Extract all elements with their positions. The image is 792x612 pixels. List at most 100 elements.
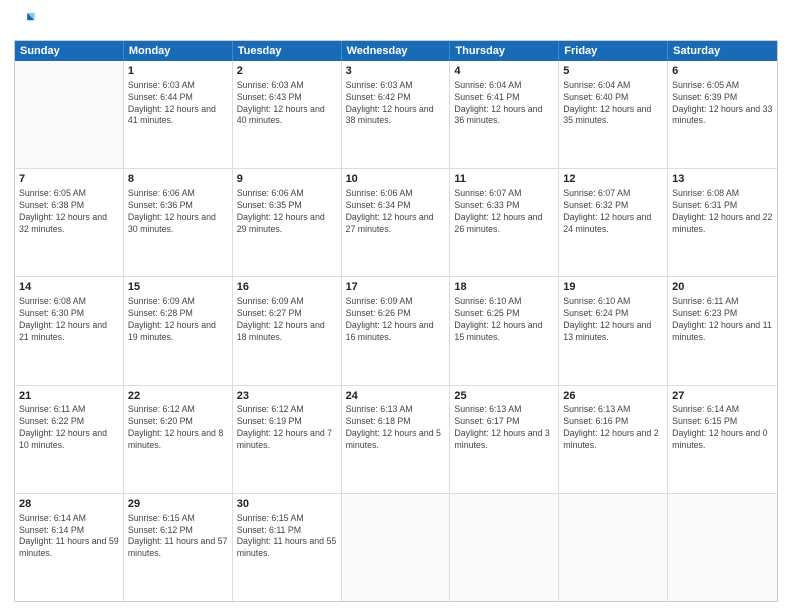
day-number: 4	[454, 64, 554, 79]
calendar-cell: 4Sunrise: 6:04 AMSunset: 6:41 PMDaylight…	[450, 61, 559, 168]
cell-info: Sunrise: 6:04 AMSunset: 6:40 PMDaylight:…	[563, 80, 663, 128]
calendar-cell: 22Sunrise: 6:12 AMSunset: 6:20 PMDayligh…	[124, 386, 233, 493]
header-day-tuesday: Tuesday	[233, 41, 342, 61]
day-number: 24	[346, 389, 446, 404]
calendar-cell: 15Sunrise: 6:09 AMSunset: 6:28 PMDayligh…	[124, 277, 233, 384]
day-number: 9	[237, 172, 337, 187]
calendar-cell: 1Sunrise: 6:03 AMSunset: 6:44 PMDaylight…	[124, 61, 233, 168]
day-number: 21	[19, 389, 119, 404]
calendar-row-3: 21Sunrise: 6:11 AMSunset: 6:22 PMDayligh…	[15, 386, 777, 494]
cell-info: Sunrise: 6:10 AMSunset: 6:24 PMDaylight:…	[563, 296, 663, 344]
calendar-cell: 5Sunrise: 6:04 AMSunset: 6:40 PMDaylight…	[559, 61, 668, 168]
calendar-cell: 14Sunrise: 6:08 AMSunset: 6:30 PMDayligh…	[15, 277, 124, 384]
cell-info: Sunrise: 6:13 AMSunset: 6:17 PMDaylight:…	[454, 404, 554, 452]
cell-info: Sunrise: 6:08 AMSunset: 6:30 PMDaylight:…	[19, 296, 119, 344]
cell-info: Sunrise: 6:13 AMSunset: 6:18 PMDaylight:…	[346, 404, 446, 452]
logo-icon	[14, 10, 36, 32]
day-number: 28	[19, 497, 119, 512]
header-day-friday: Friday	[559, 41, 668, 61]
cell-info: Sunrise: 6:06 AMSunset: 6:35 PMDaylight:…	[237, 188, 337, 236]
day-number: 18	[454, 280, 554, 295]
header-day-thursday: Thursday	[450, 41, 559, 61]
day-number: 8	[128, 172, 228, 187]
calendar-cell: 27Sunrise: 6:14 AMSunset: 6:15 PMDayligh…	[668, 386, 777, 493]
header-day-saturday: Saturday	[668, 41, 777, 61]
calendar-cell: 2Sunrise: 6:03 AMSunset: 6:43 PMDaylight…	[233, 61, 342, 168]
cell-info: Sunrise: 6:12 AMSunset: 6:19 PMDaylight:…	[237, 404, 337, 452]
calendar-cell: 11Sunrise: 6:07 AMSunset: 6:33 PMDayligh…	[450, 169, 559, 276]
calendar-cell: 9Sunrise: 6:06 AMSunset: 6:35 PMDaylight…	[233, 169, 342, 276]
cell-info: Sunrise: 6:15 AMSunset: 6:12 PMDaylight:…	[128, 513, 228, 561]
cell-info: Sunrise: 6:14 AMSunset: 6:14 PMDaylight:…	[19, 513, 119, 561]
day-number: 30	[237, 497, 337, 512]
day-number: 20	[672, 280, 773, 295]
day-number: 2	[237, 64, 337, 79]
calendar-cell: 29Sunrise: 6:15 AMSunset: 6:12 PMDayligh…	[124, 494, 233, 601]
cell-info: Sunrise: 6:05 AMSunset: 6:38 PMDaylight:…	[19, 188, 119, 236]
cell-info: Sunrise: 6:15 AMSunset: 6:11 PMDaylight:…	[237, 513, 337, 561]
header	[14, 10, 778, 32]
cell-info: Sunrise: 6:03 AMSunset: 6:44 PMDaylight:…	[128, 80, 228, 128]
calendar-cell	[668, 494, 777, 601]
day-number: 16	[237, 280, 337, 295]
day-number: 19	[563, 280, 663, 295]
calendar-cell: 19Sunrise: 6:10 AMSunset: 6:24 PMDayligh…	[559, 277, 668, 384]
cell-info: Sunrise: 6:09 AMSunset: 6:27 PMDaylight:…	[237, 296, 337, 344]
day-number: 13	[672, 172, 773, 187]
cell-info: Sunrise: 6:09 AMSunset: 6:28 PMDaylight:…	[128, 296, 228, 344]
calendar: SundayMondayTuesdayWednesdayThursdayFrid…	[14, 40, 778, 602]
day-number: 22	[128, 389, 228, 404]
day-number: 3	[346, 64, 446, 79]
calendar-cell: 30Sunrise: 6:15 AMSunset: 6:11 PMDayligh…	[233, 494, 342, 601]
page: SundayMondayTuesdayWednesdayThursdayFrid…	[0, 0, 792, 612]
calendar-cell: 23Sunrise: 6:12 AMSunset: 6:19 PMDayligh…	[233, 386, 342, 493]
day-number: 14	[19, 280, 119, 295]
calendar-row-1: 7Sunrise: 6:05 AMSunset: 6:38 PMDaylight…	[15, 169, 777, 277]
cell-info: Sunrise: 6:05 AMSunset: 6:39 PMDaylight:…	[672, 80, 773, 128]
cell-info: Sunrise: 6:03 AMSunset: 6:42 PMDaylight:…	[346, 80, 446, 128]
calendar-header: SundayMondayTuesdayWednesdayThursdayFrid…	[15, 41, 777, 61]
calendar-cell: 24Sunrise: 6:13 AMSunset: 6:18 PMDayligh…	[342, 386, 451, 493]
day-number: 12	[563, 172, 663, 187]
day-number: 17	[346, 280, 446, 295]
calendar-cell: 8Sunrise: 6:06 AMSunset: 6:36 PMDaylight…	[124, 169, 233, 276]
header-day-wednesday: Wednesday	[342, 41, 451, 61]
calendar-row-2: 14Sunrise: 6:08 AMSunset: 6:30 PMDayligh…	[15, 277, 777, 385]
cell-info: Sunrise: 6:04 AMSunset: 6:41 PMDaylight:…	[454, 80, 554, 128]
calendar-cell: 13Sunrise: 6:08 AMSunset: 6:31 PMDayligh…	[668, 169, 777, 276]
calendar-body: 1Sunrise: 6:03 AMSunset: 6:44 PMDaylight…	[15, 61, 777, 601]
calendar-cell: 21Sunrise: 6:11 AMSunset: 6:22 PMDayligh…	[15, 386, 124, 493]
header-day-monday: Monday	[124, 41, 233, 61]
calendar-cell	[450, 494, 559, 601]
day-number: 23	[237, 389, 337, 404]
calendar-cell: 6Sunrise: 6:05 AMSunset: 6:39 PMDaylight…	[668, 61, 777, 168]
day-number: 26	[563, 389, 663, 404]
cell-info: Sunrise: 6:07 AMSunset: 6:32 PMDaylight:…	[563, 188, 663, 236]
day-number: 11	[454, 172, 554, 187]
calendar-cell: 18Sunrise: 6:10 AMSunset: 6:25 PMDayligh…	[450, 277, 559, 384]
cell-info: Sunrise: 6:06 AMSunset: 6:34 PMDaylight:…	[346, 188, 446, 236]
cell-info: Sunrise: 6:11 AMSunset: 6:22 PMDaylight:…	[19, 404, 119, 452]
calendar-cell	[559, 494, 668, 601]
cell-info: Sunrise: 6:03 AMSunset: 6:43 PMDaylight:…	[237, 80, 337, 128]
day-number: 15	[128, 280, 228, 295]
cell-info: Sunrise: 6:11 AMSunset: 6:23 PMDaylight:…	[672, 296, 773, 344]
calendar-row-4: 28Sunrise: 6:14 AMSunset: 6:14 PMDayligh…	[15, 494, 777, 601]
cell-info: Sunrise: 6:06 AMSunset: 6:36 PMDaylight:…	[128, 188, 228, 236]
cell-info: Sunrise: 6:14 AMSunset: 6:15 PMDaylight:…	[672, 404, 773, 452]
calendar-cell	[342, 494, 451, 601]
day-number: 29	[128, 497, 228, 512]
calendar-cell: 16Sunrise: 6:09 AMSunset: 6:27 PMDayligh…	[233, 277, 342, 384]
calendar-cell: 7Sunrise: 6:05 AMSunset: 6:38 PMDaylight…	[15, 169, 124, 276]
calendar-cell: 25Sunrise: 6:13 AMSunset: 6:17 PMDayligh…	[450, 386, 559, 493]
day-number: 7	[19, 172, 119, 187]
day-number: 5	[563, 64, 663, 79]
calendar-cell: 12Sunrise: 6:07 AMSunset: 6:32 PMDayligh…	[559, 169, 668, 276]
cell-info: Sunrise: 6:07 AMSunset: 6:33 PMDaylight:…	[454, 188, 554, 236]
cell-info: Sunrise: 6:10 AMSunset: 6:25 PMDaylight:…	[454, 296, 554, 344]
day-number: 25	[454, 389, 554, 404]
calendar-cell	[15, 61, 124, 168]
cell-info: Sunrise: 6:09 AMSunset: 6:26 PMDaylight:…	[346, 296, 446, 344]
cell-info: Sunrise: 6:12 AMSunset: 6:20 PMDaylight:…	[128, 404, 228, 452]
day-number: 27	[672, 389, 773, 404]
